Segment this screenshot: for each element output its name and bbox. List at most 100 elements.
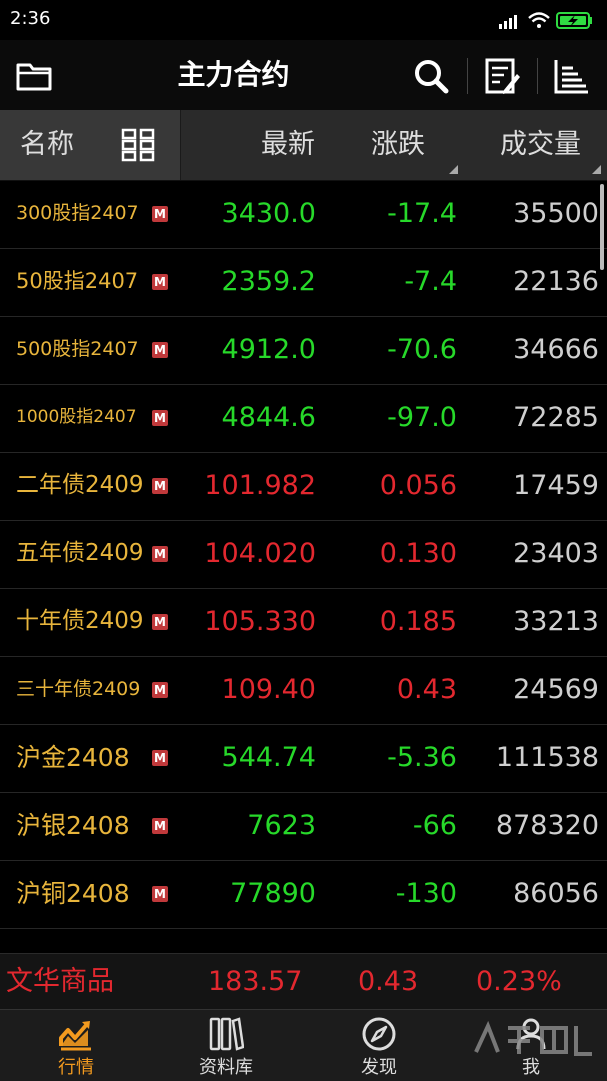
- compass-icon: [362, 1017, 396, 1051]
- table-row[interactable]: 500股指2407 M 4912.0 -70.6 34666: [0, 316, 607, 385]
- row-last-price: 105.330: [204, 606, 316, 637]
- edit-list-icon[interactable]: [482, 56, 522, 96]
- row-volume: 33213: [513, 606, 599, 637]
- row-change: -7.4: [404, 266, 457, 297]
- change-column-header[interactable]: 涨跌: [371, 110, 425, 180]
- wifi-icon: [528, 12, 550, 28]
- table-row[interactable]: 五年债2409 M 104.020 0.130 23403: [0, 520, 607, 589]
- last-column-header[interactable]: 最新: [261, 110, 315, 180]
- row-name: 沪金2408: [16, 743, 130, 772]
- row-last-price: 2359.2: [221, 266, 316, 297]
- row-volume: 35500: [513, 198, 599, 229]
- name-column-label: 名称: [20, 129, 74, 160]
- grid-view-icon[interactable]: [121, 128, 155, 162]
- main-contract-badge: M: [152, 274, 168, 290]
- main-contract-badge: M: [152, 546, 168, 562]
- row-name: 300股指2407: [16, 202, 139, 224]
- row-name: 1000股指2407: [16, 407, 137, 427]
- row-volume: 34666: [513, 334, 599, 365]
- row-volume: 111538: [495, 742, 599, 773]
- books-icon: [209, 1017, 244, 1051]
- main-contract-badge: M: [152, 886, 168, 902]
- row-volume: 878320: [495, 810, 599, 841]
- title-separator: [467, 58, 468, 94]
- status-time: 2:36: [10, 8, 51, 29]
- row-change: 0.056: [379, 470, 457, 501]
- row-name: 五年债2409: [16, 540, 144, 566]
- row-name: 500股指2407: [16, 338, 139, 360]
- row-last-price: 7623: [247, 810, 316, 841]
- row-change: -70.6: [387, 334, 457, 365]
- nav-discover[interactable]: 发现: [319, 1010, 439, 1081]
- title-bar: 主力合约: [0, 40, 607, 110]
- main-contract-badge: M: [152, 478, 168, 494]
- main-contract-badge: M: [152, 682, 168, 698]
- row-volume: 22136: [513, 266, 599, 297]
- row-last-price: 101.982: [204, 470, 316, 501]
- row-last-price: 4844.6: [221, 402, 316, 433]
- ticker-change: 0.43: [358, 966, 419, 997]
- page-title: 主力合约: [177, 58, 290, 91]
- row-name: 50股指2407: [16, 269, 139, 293]
- name-column-header[interactable]: 名称: [0, 110, 181, 180]
- nav-label: 资料库: [199, 1057, 253, 1078]
- ticker-percent: 0.23%: [476, 966, 562, 997]
- main-contract-badge: M: [152, 614, 168, 630]
- row-last-price: 3430.0: [221, 198, 316, 229]
- row-volume: 86056: [513, 878, 599, 909]
- sort-indicator-icon: [592, 165, 601, 174]
- row-change: 0.185: [379, 606, 457, 637]
- signal-icon: [499, 15, 517, 29]
- row-last-price: 109.40: [221, 674, 316, 705]
- status-icons: [499, 12, 592, 29]
- table-row[interactable]: 三十年债2409 M 109.40 0.43 24569: [0, 656, 607, 725]
- quote-list[interactable]: 300股指2407 M 3430.0 -17.4 35500 50股指2407 M 2359.…: [0, 180, 607, 953]
- table-row[interactable]: 沪金2408 M 544.74 -5.36 111538: [0, 724, 607, 793]
- watermark-logo: [474, 1020, 592, 1056]
- main-contract-badge: M: [152, 206, 168, 222]
- row-last-price: 77890: [230, 878, 316, 909]
- main-contract-badge: M: [152, 818, 168, 834]
- row-volume: 23403: [513, 538, 599, 569]
- table-row[interactable]: 沪铜2408 M 77890 -130 86056: [0, 860, 607, 929]
- main-contract-badge: M: [152, 750, 168, 766]
- row-volume: 17459: [513, 470, 599, 501]
- row-change: 0.130: [379, 538, 457, 569]
- column-settings-icon[interactable]: [551, 56, 591, 96]
- table-row[interactable]: 50股指2407 M 2359.2 -7.4 22136: [0, 248, 607, 317]
- column-header: 名称 最新 涨跌 成交量: [0, 110, 607, 181]
- index-ticker[interactable]: 文华商品 183.57 0.43 0.23%: [0, 953, 607, 1010]
- row-name: 沪银2408: [16, 811, 130, 840]
- row-last-price: 104.020: [204, 538, 316, 569]
- volume-column-header[interactable]: 成交量: [500, 110, 581, 180]
- status-bar: 2:36: [0, 0, 607, 40]
- chart-trend-icon: [59, 1021, 91, 1051]
- battery-icon: [556, 12, 592, 29]
- table-row[interactable]: 十年债2409 M 105.330 0.185 33213: [0, 588, 607, 657]
- title-separator: [537, 58, 538, 94]
- table-row[interactable]: 300股指2407 M 3430.0 -17.4 35500: [0, 180, 607, 249]
- row-change: -66: [412, 810, 457, 841]
- row-name: 沪铜2408: [16, 879, 130, 908]
- row-last-price: 544.74: [221, 742, 316, 773]
- nav-label: 发现: [361, 1057, 397, 1078]
- main-contract-badge: M: [152, 410, 168, 426]
- table-row[interactable]: 沪银2408 M 7623 -66 878320: [0, 792, 607, 861]
- table-row[interactable]: 1000股指2407 M 4844.6 -97.0 72285: [0, 384, 607, 453]
- row-name: 二年债2409: [16, 472, 144, 498]
- row-name: 三十年债2409: [16, 678, 141, 700]
- ticker-value: 183.57: [208, 966, 303, 997]
- scrollbar[interactable]: [600, 184, 604, 270]
- ticker-name: 文华商品: [6, 966, 114, 997]
- row-volume: 72285: [513, 402, 599, 433]
- row-change: -5.36: [387, 742, 457, 773]
- table-row[interactable]: 二年债2409 M 101.982 0.056 17459: [0, 452, 607, 521]
- row-change: -17.4: [387, 198, 457, 229]
- nav-quotes[interactable]: 行情: [16, 1010, 136, 1081]
- search-icon[interactable]: [411, 56, 451, 96]
- nav-library[interactable]: 资料库: [166, 1010, 286, 1081]
- sort-indicator-icon: [449, 165, 458, 174]
- nav-label: 行情: [58, 1057, 94, 1078]
- main-contract-badge: M: [152, 342, 168, 358]
- row-change: -97.0: [387, 402, 457, 433]
